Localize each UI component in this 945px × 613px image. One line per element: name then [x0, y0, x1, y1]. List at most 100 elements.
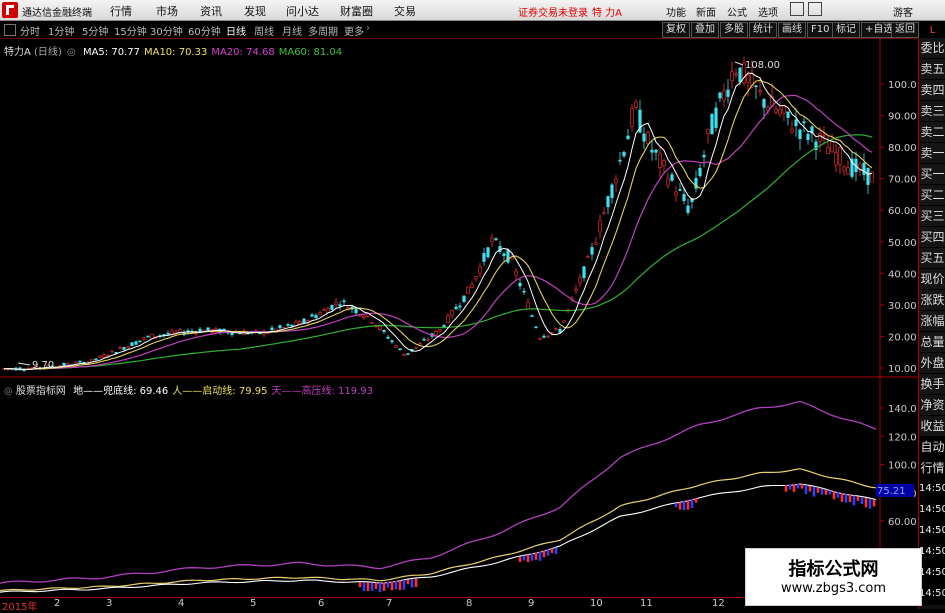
adjust-button[interactable]: 复权	[662, 22, 690, 38]
side-item[interactable]: 买二	[919, 185, 945, 206]
date-label: 4	[178, 598, 185, 609]
menu-trade[interactable]: 交易	[394, 3, 416, 19]
side-item[interactable]: 外盘	[919, 353, 945, 374]
candle-body	[326, 308, 330, 313]
signal-bar	[690, 499, 694, 509]
menu-assistant[interactable]: 问小达	[286, 3, 319, 19]
menu-board[interactable]: 市场	[156, 3, 178, 19]
candle-body	[538, 338, 542, 340]
candle-body	[722, 90, 726, 101]
restore-icon[interactable]	[808, 2, 822, 16]
candle-body	[438, 329, 442, 332]
candle-body	[706, 128, 710, 135]
side-item[interactable]: 现价	[919, 269, 945, 290]
side-item[interactable]: 总量	[919, 332, 945, 353]
period-1min[interactable]: 1分钟	[48, 23, 74, 38]
side-item[interactable]: 涨跌	[919, 290, 945, 311]
candle-body	[362, 315, 366, 319]
period-multi[interactable]: 多周期	[308, 23, 338, 38]
signal-bar	[394, 580, 398, 590]
period-weekly[interactable]: 周线	[254, 23, 274, 38]
candle-body	[518, 282, 522, 287]
candle-body	[726, 89, 730, 97]
login-notice[interactable]: 证券交易未登录	[518, 4, 588, 19]
candle-body	[282, 326, 286, 329]
side-item[interactable]: 卖三	[919, 101, 945, 122]
menu-news[interactable]: 资讯	[200, 3, 222, 19]
side-item[interactable]: 卖五	[919, 59, 945, 80]
candle-body	[94, 358, 98, 361]
menu-wealth[interactable]: 财富圈	[340, 3, 373, 19]
chevron-right-icon[interactable]: ›	[366, 23, 370, 34]
panel-icon[interactable]	[4, 24, 16, 36]
candle-body	[486, 247, 490, 258]
f10-button[interactable]: F10	[807, 22, 834, 38]
candle-body	[522, 290, 526, 293]
side-item[interactable]: 买一	[919, 164, 945, 185]
signal-bar	[538, 551, 542, 561]
candle-body	[370, 321, 374, 324]
guest-label[interactable]: 游客	[893, 4, 913, 19]
candle-body	[782, 105, 786, 114]
period-5min[interactable]: 5分钟	[82, 23, 108, 38]
candle-body	[806, 133, 810, 140]
side-item: 14:50	[919, 521, 945, 542]
signal-bar	[358, 582, 362, 588]
side-item[interactable]: 委比	[919, 38, 945, 59]
candle-body	[626, 135, 630, 140]
sub-y-tick-label: 60.00	[888, 517, 917, 528]
candle-body	[614, 178, 618, 184]
period-more[interactable]: 更多	[344, 23, 364, 38]
candle-body	[562, 320, 566, 323]
side-item[interactable]: 买五	[919, 248, 945, 269]
signal-bar	[860, 497, 864, 505]
side-item[interactable]: 卖二	[919, 122, 945, 143]
side-item[interactable]: 卖一	[919, 143, 945, 164]
side-item[interactable]: 收益	[919, 416, 945, 437]
candle-body	[390, 340, 394, 343]
menu-new-page[interactable]: 新面	[696, 4, 716, 19]
side-item[interactable]: 买三	[919, 206, 945, 227]
mark-button[interactable]: 标记	[832, 22, 860, 38]
period-daily[interactable]: 日线	[226, 23, 246, 38]
period-monthly[interactable]: 月线	[282, 23, 302, 38]
side-item[interactable]: 净资	[919, 395, 945, 416]
menu-options[interactable]: 选项	[758, 4, 778, 19]
candle-body	[450, 309, 454, 317]
multi-stock-button[interactable]: 多股	[720, 22, 748, 38]
candle-body	[834, 152, 838, 166]
draw-line-button[interactable]: 画线	[778, 22, 806, 38]
y-tick-label: 40.00	[888, 269, 917, 280]
candle-body	[866, 167, 870, 185]
candle-body	[462, 295, 466, 303]
minimize-icon[interactable]	[790, 2, 804, 16]
period-timeshare[interactable]: 分时	[20, 23, 40, 38]
quote-side-panel: L 委比 卖五 卖四 卖三 卖二 卖一 买一 买二 买三 买四 买五 现价 涨跌 涨幅 总量 外盘 换手 净资 收益…	[918, 24, 945, 609]
period-30min[interactable]: 30分钟	[150, 23, 183, 38]
side-item[interactable]: 卖四	[919, 80, 945, 101]
side-item: 14:50	[919, 563, 945, 584]
menu-market[interactable]: 行情	[110, 3, 132, 19]
candle-body	[110, 350, 114, 353]
menu-formula[interactable]: 公式	[727, 4, 747, 19]
signal-bar	[362, 582, 366, 591]
side-item[interactable]: 涨幅	[919, 311, 945, 332]
candle-body	[802, 121, 806, 124]
back-button[interactable]: 返回	[891, 22, 919, 38]
side-item[interactable]: 换手	[919, 374, 945, 395]
candle-body	[330, 304, 334, 310]
period-15min[interactable]: 15分钟	[114, 23, 147, 38]
candlestick-chart[interactable]: 100.0 90.00 80.00 70.00 60.00 50.00 40.00 30.00…	[0, 38, 918, 378]
candle-body	[454, 306, 458, 310]
period-60min[interactable]: 60分钟	[188, 23, 221, 38]
signal-bar	[402, 580, 406, 590]
menu-discover[interactable]: 发现	[244, 3, 266, 19]
statistics-button[interactable]: 统计	[749, 22, 777, 38]
candle-body	[466, 286, 470, 295]
candle-body	[826, 147, 830, 154]
menu-function[interactable]: 功能	[666, 4, 686, 19]
overlay-button[interactable]: 叠加	[691, 22, 719, 38]
menu-bar: 通达信金融终端 行情 市场 资讯 发现 问小达 财富圈 交易 证券交易未登录 特…	[0, 0, 945, 21]
side-item[interactable]: 买四	[919, 227, 945, 248]
candle-body	[322, 308, 326, 311]
